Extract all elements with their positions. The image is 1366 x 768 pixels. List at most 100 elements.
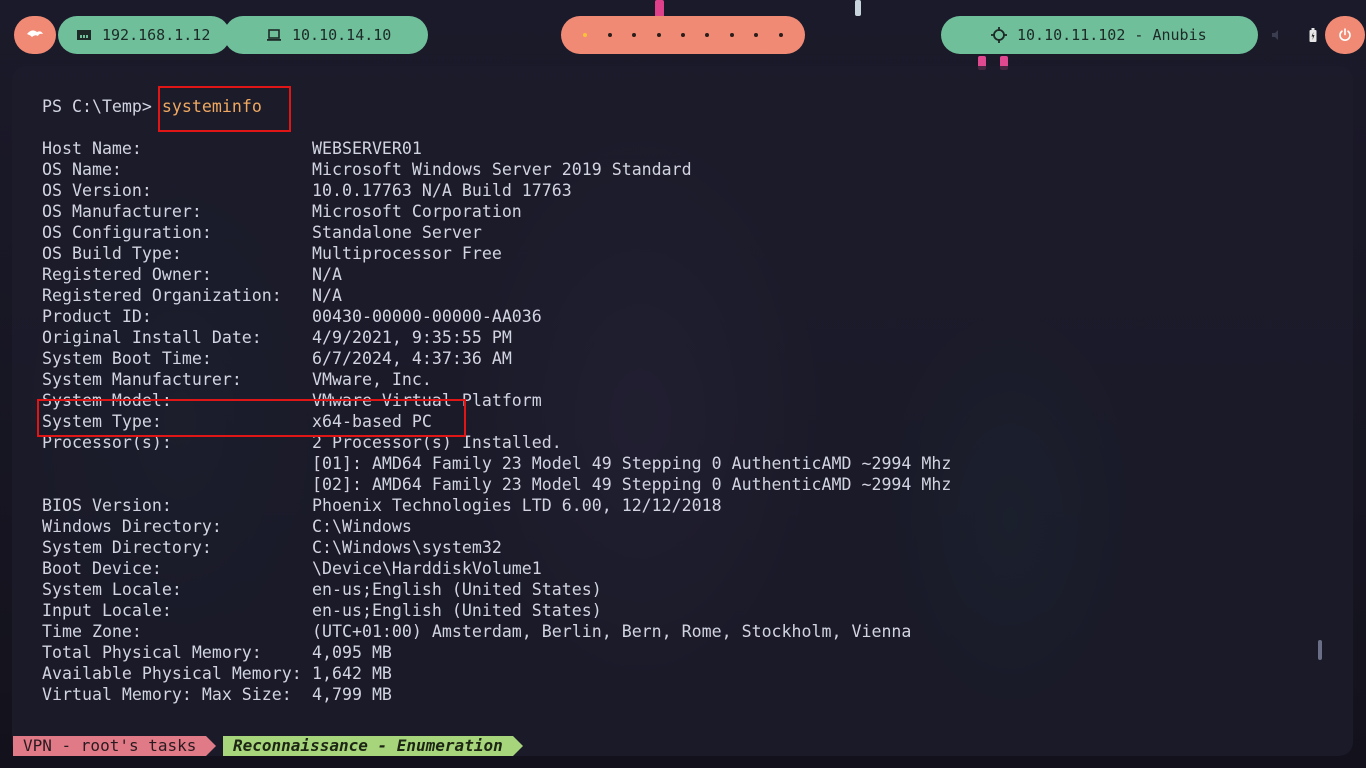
output-key: Product ID:: [42, 307, 152, 326]
output-line: Virtual Memory: Max Size: 4,799 MB: [42, 684, 392, 705]
workspace-7[interactable]: [729, 33, 734, 37]
output-value: Microsoft Corporation: [312, 202, 522, 221]
output-value: 1,642 MB: [312, 664, 392, 683]
output-key: OS Manufacturer:: [42, 202, 202, 221]
lan-ip-text: 192.168.1.12: [102, 26, 211, 44]
output-line: [01]: AMD64 Family 23 Model 49 Stepping …: [42, 453, 951, 474]
workspace-4[interactable]: [656, 33, 661, 37]
output-key: BIOS Version:: [42, 496, 172, 515]
output-key: OS Build Type:: [42, 244, 182, 263]
output-key: System Manufacturer:: [42, 370, 242, 389]
output-line: OS Version: 10.0.17763 N/A Build 17763: [42, 180, 572, 201]
target-indicator[interactable]: 10.10.11.102 - Anubis: [941, 16, 1258, 54]
neon-light: [855, 0, 861, 16]
power-button[interactable]: [1325, 16, 1365, 54]
output-line: System Directory: C:\Windows\system32: [42, 537, 502, 558]
kali-dragon-icon: [27, 30, 43, 37]
output-line: Available Physical Memory: 1,642 MB: [42, 663, 392, 684]
system-tray: [1258, 16, 1330, 54]
output-line: OS Name: Microsoft Windows Server 2019 St…: [42, 159, 692, 180]
output-key: Time Zone:: [42, 622, 142, 641]
command-highlight-box: [158, 86, 291, 132]
shell-prompt: PS C:\Temp>: [42, 97, 152, 116]
output-value: en-us;English (United States): [312, 580, 602, 599]
output-line: Host Name: WEBSERVER01: [42, 138, 422, 159]
workspace-1[interactable]: [583, 33, 588, 37]
output-value: Microsoft Windows Server 2019 Standard: [312, 160, 692, 179]
output-line: [02]: AMD64 Family 23 Model 49 Stepping …: [42, 474, 951, 495]
output-line: Boot Device: \Device\HarddiskVolume1: [42, 558, 542, 579]
output-value: N/A: [312, 265, 342, 284]
target-text: 10.10.11.102 - Anubis: [1017, 26, 1207, 44]
volume-icon[interactable]: [1271, 29, 1283, 41]
output-line: Registered Organization: N/A: [42, 285, 342, 306]
output-line: BIOS Version: Phoenix Technologies LTD 6.…: [42, 495, 722, 516]
ethernet-icon: [77, 30, 91, 40]
workspace-2[interactable]: [607, 33, 612, 37]
terminal-window[interactable]: PS C:\Temp> systeminfo Host Name: WEBSERVE…: [12, 66, 1353, 756]
menu-button[interactable]: [14, 16, 56, 54]
status-task: Reconnaissance - Enumeration: [223, 736, 523, 756]
system-type-highlight-box: [37, 399, 466, 437]
output-key: System Directory:: [42, 538, 212, 557]
output-key: OS Name:: [42, 160, 122, 179]
output-line: OS Manufacturer: Microsoft Corporation: [42, 201, 522, 222]
output-key: System Boot Time:: [42, 349, 212, 368]
output-line: System Locale: en-us;English (United Stat…: [42, 579, 602, 600]
workspace-9[interactable]: [778, 33, 783, 37]
output-line: Windows Directory: C:\Windows: [42, 516, 412, 537]
status-session: VPN - root's tasks: [13, 736, 217, 756]
output-key: OS Configuration:: [42, 223, 212, 242]
output-value: Standalone Server: [312, 223, 482, 242]
output-line: OS Configuration: Standalone Server: [42, 222, 482, 243]
power-icon: [1339, 28, 1351, 41]
output-key: Windows Directory:: [42, 517, 222, 536]
crosshair-icon: [991, 27, 1007, 43]
output-value: 10.0.17763 N/A Build 17763: [312, 181, 572, 200]
output-line: Product ID: 00430-00000-00000-AA036: [42, 306, 542, 327]
output-line: Time Zone: (UTC+01:00) Amsterdam, Berlin,…: [42, 621, 911, 642]
output-line: Input Locale: en-us;English (United State…: [42, 600, 602, 621]
output-key: Boot Device:: [42, 559, 162, 578]
output-line: System Manufacturer: VMware, Inc.: [42, 369, 432, 390]
output-key: Original Install Date:: [42, 328, 262, 347]
output-key: Registered Owner:: [42, 265, 212, 284]
battery-icon[interactable]: [1309, 28, 1317, 42]
output-line: System Boot Time: 6/7/2024, 4:37:36 AM: [42, 348, 512, 369]
output-value: C:\Windows\system32: [312, 538, 502, 557]
workspace-switcher[interactable]: [561, 16, 805, 54]
laptop-icon: [267, 29, 281, 41]
output-value: \Device\HarddiskVolume1: [312, 559, 542, 578]
output-value: 6/7/2024, 4:37:36 AM: [312, 349, 512, 368]
output-value: N/A: [312, 286, 342, 305]
output-key: Host Name:: [42, 139, 142, 158]
output-key: Virtual Memory: Max Size:: [42, 685, 292, 704]
output-key: Available Physical Memory:: [42, 664, 302, 683]
output-key: Total Physical Memory:: [42, 643, 262, 662]
workspace-8[interactable]: [754, 33, 759, 37]
workspace-5[interactable]: [680, 33, 685, 37]
vpn-ip-text: 10.10.14.10: [292, 26, 392, 44]
output-value: [02]: AMD64 Family 23 Model 49 Stepping …: [312, 475, 952, 494]
vpn-ip-indicator[interactable]: 10.10.14.10: [224, 16, 428, 54]
output-line: Total Physical Memory: 4,095 MB: [42, 642, 392, 663]
output-value: en-us;English (United States): [312, 601, 602, 620]
output-value: Multiprocessor Free: [312, 244, 502, 263]
output-value: [01]: AMD64 Family 23 Model 49 Stepping …: [312, 454, 952, 473]
workspace-6[interactable]: [705, 33, 710, 37]
scrollbar-thumb[interactable]: [1318, 640, 1322, 660]
output-key: System Locale:: [42, 580, 182, 599]
output-line: OS Build Type: Multiprocessor Free: [42, 243, 502, 264]
output-line: Original Install Date: 4/9/2021, 9:35:55 …: [42, 327, 512, 348]
output-value: WEBSERVER01: [312, 139, 422, 158]
workspace-3[interactable]: [632, 33, 637, 37]
output-value: 4/9/2021, 9:35:55 PM: [312, 328, 512, 347]
output-value: 4,799 MB: [312, 685, 392, 704]
lan-ip-indicator[interactable]: 192.168.1.12: [58, 16, 230, 54]
output-line: Registered Owner: N/A: [42, 264, 342, 285]
output-value: C:\Windows: [312, 517, 412, 536]
output-value: 4,095 MB: [312, 643, 392, 662]
output-value: (UTC+01:00) Amsterdam, Berlin, Bern, Rom…: [312, 622, 912, 641]
output-key: Input Locale:: [42, 601, 172, 620]
output-value: Phoenix Technologies LTD 6.00, 12/12/201…: [312, 496, 722, 515]
